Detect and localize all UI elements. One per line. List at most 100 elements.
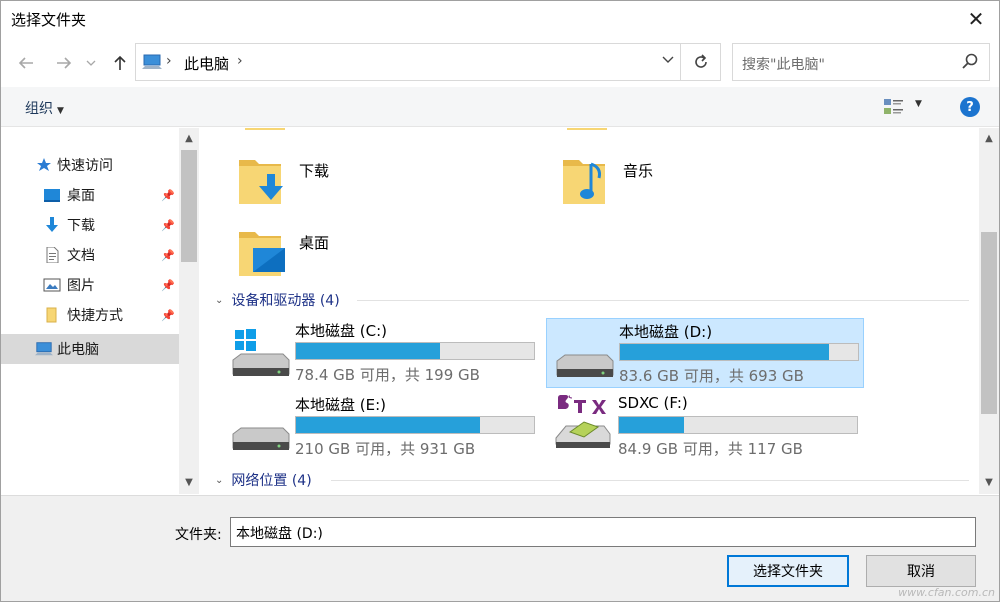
sidebar-item-label: 快速访问 (57, 158, 113, 174)
refresh-icon (694, 54, 707, 68)
desktop-folder-icon (239, 232, 285, 276)
scroll-up-icon[interactable]: ▲ (182, 132, 196, 146)
view-options-icon[interactable] (883, 97, 905, 117)
cancel-button[interactable]: 取消 (866, 555, 976, 587)
sidebar-item-downloads[interactable]: 下载 📌 (1, 210, 179, 240)
folder-label: 音乐 (623, 162, 654, 180)
arrow-right-icon (57, 57, 72, 69)
forward-button[interactable] (52, 51, 76, 75)
pin-icon: 📌 (161, 218, 175, 232)
folder-icon (567, 128, 607, 130)
view-dropdown-icon[interactable]: ▼ (915, 99, 922, 109)
drive-capacity-text: 78.4 GB 可用，共 199 GB (295, 366, 480, 384)
caret-down-icon: ▼ (57, 106, 64, 116)
computer-icon (35, 342, 53, 356)
section-header-network[interactable]: ⌄ 网络位置 (4) (215, 470, 312, 490)
collapse-icon[interactable]: ⌄ (215, 475, 223, 486)
breadcrumb-separator-icon: › (166, 53, 172, 69)
arrow-up-icon (114, 55, 126, 70)
organize-menu-button[interactable]: 组织 ▼ (25, 98, 64, 118)
content-scrollbar[interactable]: ▲ ▼ (979, 128, 999, 494)
section-label: 设备和驱动器 (4) (231, 293, 340, 309)
drive-name: SDXC (F:) (618, 394, 688, 412)
search-placeholder: 搜索"此电脑" (742, 57, 825, 73)
folder-item-desktop[interactable]: 桌面 (237, 224, 497, 284)
content-pane: 下载 音乐 桌面 ⌄ 设备和驱动器 (4) 本地磁盘 (C:) 78.4 GB … (201, 128, 979, 494)
dialog-footer: 文件夹: 本地磁盘 (D:) 选择文件夹 取消 www.cfan.com.cn (1, 495, 999, 601)
download-folder-icon (239, 160, 283, 204)
scrollbar-thumb[interactable] (981, 232, 997, 414)
section-divider (331, 480, 969, 481)
windows-drive-icon (232, 329, 290, 376)
drive-usage-fill (296, 417, 481, 433)
sidebar-item-label: 图片 (67, 278, 95, 294)
folder-icon (245, 128, 285, 130)
back-button[interactable] (14, 51, 38, 75)
drive-usage-fill (296, 343, 441, 359)
drive-capacity-text: 210 GB 可用，共 931 GB (295, 440, 476, 458)
sidebar-scrollbar[interactable]: ▲ ▼ (179, 128, 199, 494)
drive-item-c[interactable]: 本地磁盘 (C:) 78.4 GB 可用，共 199 GB (223, 318, 541, 388)
recent-locations-button[interactable] (83, 51, 99, 75)
document-icon (46, 247, 59, 263)
pin-icon: 📌 (161, 308, 175, 322)
folder-item-music[interactable]: 音乐 (561, 152, 821, 212)
chevron-down-icon (86, 60, 96, 66)
drive-item-d[interactable]: 本地磁盘 (D:) 83.6 GB 可用，共 693 GB (546, 318, 864, 388)
drive-usage-bar (295, 342, 535, 360)
breadcrumb-separator-icon[interactable]: › (237, 53, 243, 69)
help-button[interactable]: ? (960, 97, 980, 117)
download-icon (46, 217, 58, 232)
sdxc-card-icon (555, 395, 611, 448)
folder-item-downloads[interactable]: 下载 (237, 152, 497, 212)
drive-item-f[interactable]: SDXC (F:) 84.9 GB 可用，共 117 GB (546, 392, 864, 462)
sidebar-item-quick-access[interactable]: 快速访问 (1, 150, 179, 180)
drive-name: 本地磁盘 (D:) (619, 323, 713, 341)
scroll-down-icon[interactable]: ▼ (182, 476, 196, 490)
sidebar-item-documents[interactable]: 文档 📌 (1, 240, 179, 270)
collapse-icon[interactable]: ⌄ (215, 295, 223, 306)
scroll-up-icon[interactable]: ▲ (982, 132, 996, 146)
folder-label: 桌面 (299, 234, 330, 252)
navigation-pane: 快速访问 桌面 📌 下载 📌 文档 📌 图片 📌 快捷方式 📌 此电脑 ▲ ▼ (1, 128, 199, 494)
picture-icon (43, 278, 61, 292)
organize-label: 组织 (25, 101, 53, 117)
search-input[interactable]: 搜索"此电脑" (732, 43, 990, 81)
scrollbar-thumb[interactable] (181, 150, 197, 262)
folder-field-label: 文件夹: (175, 527, 222, 543)
section-divider (357, 300, 969, 301)
sidebar-item-label: 桌面 (67, 188, 95, 204)
pin-icon: 📌 (161, 278, 175, 292)
drive-usage-bar (295, 416, 535, 434)
sidebar-item-pictures[interactable]: 图片 📌 (1, 270, 179, 300)
sidebar-item-label: 文档 (67, 248, 95, 264)
address-dropdown-button[interactable] (662, 53, 674, 69)
drive-capacity-text: 84.9 GB 可用，共 117 GB (618, 440, 803, 458)
close-button[interactable]: ✕ (953, 1, 999, 37)
sidebar-item-shortcuts[interactable]: 快捷方式 📌 (1, 300, 179, 330)
select-folder-button[interactable]: 选择文件夹 (727, 555, 849, 587)
hard-drive-icon (232, 427, 290, 450)
drive-item-e[interactable]: 本地磁盘 (E:) 210 GB 可用，共 931 GB (223, 392, 541, 462)
refresh-button[interactable] (681, 43, 721, 81)
folder-label: 下载 (299, 162, 330, 180)
help-icon: ? (966, 99, 974, 115)
sidebar-item-label: 下载 (67, 218, 95, 234)
drive-capacity-text: 83.6 GB 可用，共 693 GB (619, 367, 804, 385)
watermark: www.cfan.com.cn (898, 586, 995, 599)
scroll-down-icon[interactable]: ▼ (982, 476, 996, 490)
drive-usage-fill (620, 344, 830, 360)
sidebar-item-this-pc[interactable]: 此电脑 (1, 334, 179, 364)
chevron-down-icon (662, 56, 674, 63)
sidebar-item-label: 此电脑 (57, 342, 99, 358)
section-header-devices[interactable]: ⌄ 设备和驱动器 (4) (215, 290, 340, 310)
music-folder-icon (563, 160, 605, 204)
pin-icon: 📌 (161, 248, 175, 262)
up-button[interactable] (108, 51, 132, 75)
breadcrumb-location[interactable]: 此电脑 (184, 53, 229, 74)
drive-usage-bar (618, 416, 858, 434)
address-bar[interactable]: › 此电脑 › (135, 43, 681, 81)
sidebar-item-desktop[interactable]: 桌面 📌 (1, 180, 179, 210)
folder-name-input[interactable]: 本地磁盘 (D:) (230, 517, 976, 547)
drive-usage-fill (619, 417, 685, 433)
